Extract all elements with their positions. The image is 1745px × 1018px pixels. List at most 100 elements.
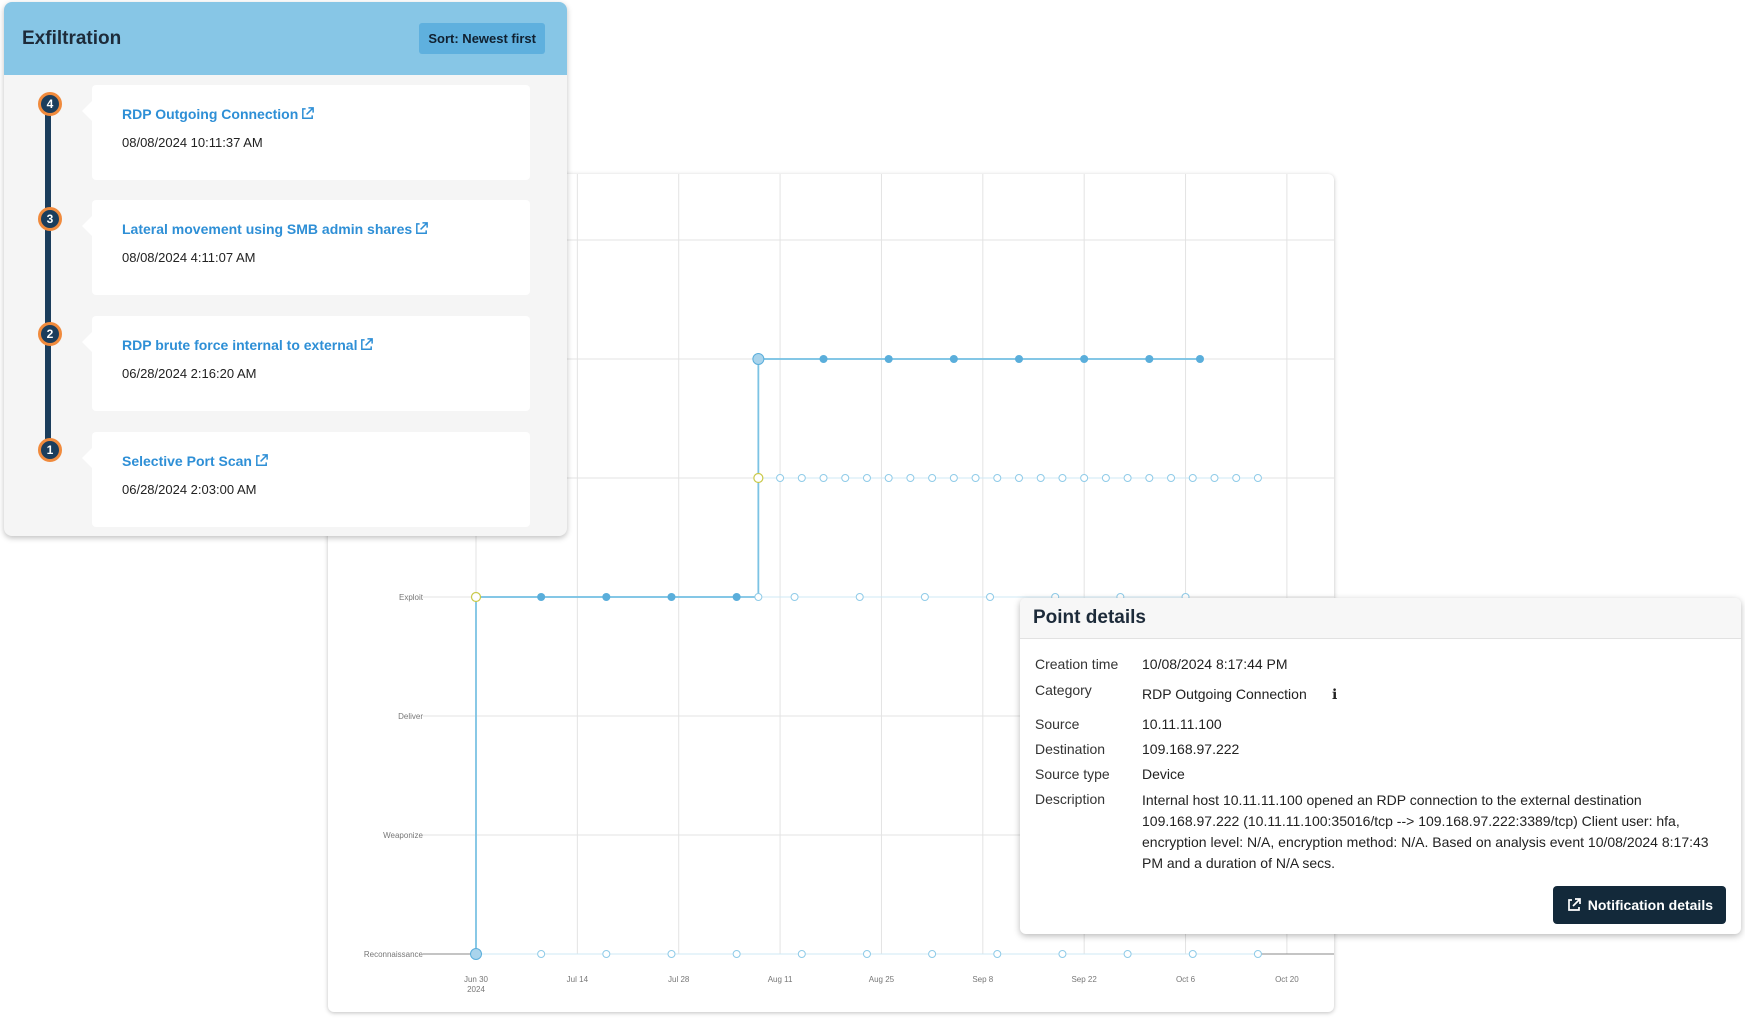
data-point[interactable]: [862, 950, 871, 958]
step-badge-2: 2: [38, 322, 62, 346]
event-time: 06/28/2024 2:03:00 AM: [122, 482, 257, 497]
notification-details-button[interactable]: Notification details: [1552, 886, 1726, 924]
data-point[interactable]: [920, 593, 929, 601]
data-point[interactable]: [855, 593, 864, 601]
sort-button[interactable]: Sort: Newest first: [419, 23, 545, 54]
data-point[interactable]: [537, 593, 546, 601]
data-point[interactable]: [1167, 474, 1176, 482]
data-point[interactable]: [1253, 474, 1262, 482]
data-point[interactable]: [1058, 474, 1067, 482]
event-link-rdp-brute-force[interactable]: RDP brute force internal to external: [122, 337, 374, 353]
data-point[interactable]: [1080, 474, 1089, 482]
step-badge-3: 3: [38, 207, 62, 231]
data-point[interactable]: [1210, 474, 1219, 482]
selected-point[interactable]: [470, 591, 482, 603]
source-type-value: Device: [1142, 766, 1185, 782]
data-point[interactable]: [862, 474, 871, 482]
x-tick-label: Jul 28: [668, 975, 690, 984]
event-time: 08/08/2024 10:11:37 AM: [122, 135, 263, 150]
data-point[interactable]: [884, 355, 893, 363]
x-tick-label: Jun 30 2024: [464, 975, 489, 994]
destination-label: Destination: [1035, 741, 1106, 757]
event-title: RDP Outgoing Connection: [122, 106, 299, 122]
details-title: Point details: [1033, 607, 1146, 628]
event-link-selective-port-scan[interactable]: Selective Port Scan: [122, 453, 269, 469]
data-point[interactable]: [1058, 950, 1067, 958]
info-icon[interactable]: ℹ: [1332, 686, 1337, 703]
data-point[interactable]: [1196, 355, 1204, 363]
source-type-label: Source type: [1035, 766, 1110, 782]
data-point[interactable]: [754, 593, 763, 601]
data-point[interactable]: [732, 593, 741, 601]
external-link-icon: [361, 338, 374, 350]
event-link-rdp-outgoing-connection[interactable]: RDP Outgoing Connection: [122, 106, 315, 122]
data-point[interactable]: [1253, 950, 1262, 958]
y-stage-label: Deliver: [398, 712, 423, 721]
data-point[interactable]: [1232, 474, 1241, 482]
data-point[interactable]: [986, 593, 995, 601]
data-point[interactable]: [1101, 474, 1110, 482]
selected-point[interactable]: [470, 948, 482, 960]
data-point[interactable]: [537, 950, 546, 958]
data-point[interactable]: [602, 593, 611, 601]
data-point[interactable]: [906, 474, 915, 482]
category-value: RDP Outgoing Connection: [1142, 686, 1307, 702]
source-label: Source: [1035, 716, 1080, 732]
data-point[interactable]: [971, 474, 980, 482]
timeline-event-card: RDP Outgoing Connection 08/08/2024 10:11…: [82, 85, 530, 180]
notification-details-label: Notification details: [1587, 897, 1713, 913]
creation-time-label: Creation time: [1035, 656, 1119, 672]
external-link-icon: [256, 454, 268, 466]
data-point[interactable]: [884, 474, 893, 482]
data-point[interactable]: [1123, 950, 1132, 958]
data-point[interactable]: [949, 355, 958, 363]
data-point[interactable]: [797, 474, 806, 482]
data-point[interactable]: [841, 474, 850, 482]
destination-value: 109.168.97.222: [1142, 741, 1240, 757]
data-point[interactable]: [1015, 474, 1023, 482]
timeline-rail: [45, 102, 51, 452]
data-point[interactable]: [667, 950, 676, 958]
data-point[interactable]: [1123, 474, 1132, 482]
event-link-lateral-movement-smb[interactable]: Lateral movement using SMB admin shares: [122, 221, 429, 237]
event-time: 08/08/2024 4:11:07 AM: [122, 250, 256, 265]
data-point[interactable]: [993, 474, 1002, 482]
data-point[interactable]: [1188, 950, 1197, 958]
data-point[interactable]: [949, 474, 958, 482]
x-tick-label: Oct 20: [1275, 975, 1299, 984]
exfiltration-timeline-panel: Exfiltration Sort: Newest first 4 RDP Ou…: [4, 2, 567, 536]
step-badge-1: 1: [38, 438, 62, 462]
timeline-event-card: Selective Port Scan 06/28/2024 2:03:00 A…: [82, 432, 530, 527]
y-stage-label: Weaponize: [383, 831, 423, 840]
data-point[interactable]: [1145, 355, 1154, 363]
event-time: 06/28/2024 2:16:20 AM: [122, 366, 257, 381]
x-tick-label: Jul 14: [567, 975, 589, 984]
data-point[interactable]: [797, 950, 806, 958]
data-point[interactable]: [993, 950, 1002, 958]
y-stage-label: Reconnaissance: [364, 950, 424, 959]
data-point[interactable]: [776, 474, 785, 482]
category-label: Category: [1035, 682, 1092, 698]
x-tick-label: Oct 6: [1176, 975, 1196, 984]
data-point[interactable]: [1015, 355, 1023, 363]
data-point[interactable]: [667, 593, 676, 601]
data-point[interactable]: [1080, 355, 1089, 363]
source-value: 10.11.11.100: [1142, 716, 1222, 732]
data-point[interactable]: [732, 950, 741, 958]
data-point[interactable]: [928, 950, 937, 958]
timeline-header: Exfiltration Sort: Newest first: [4, 2, 567, 75]
selected-point[interactable]: [752, 353, 765, 365]
data-point[interactable]: [1036, 474, 1045, 482]
data-point[interactable]: [602, 950, 611, 958]
data-point[interactable]: [790, 593, 799, 601]
selected-point[interactable]: [753, 472, 764, 484]
step-badge-4: 4: [38, 92, 62, 116]
external-link-icon: [1567, 898, 1581, 911]
data-point[interactable]: [1188, 474, 1197, 482]
data-point[interactable]: [819, 355, 828, 363]
data-point[interactable]: [928, 474, 937, 482]
timeline-event-card: RDP brute force internal to external 06/…: [82, 316, 530, 411]
data-point[interactable]: [1145, 474, 1154, 482]
details-header: Point details: [1020, 598, 1741, 639]
data-point[interactable]: [819, 474, 828, 482]
